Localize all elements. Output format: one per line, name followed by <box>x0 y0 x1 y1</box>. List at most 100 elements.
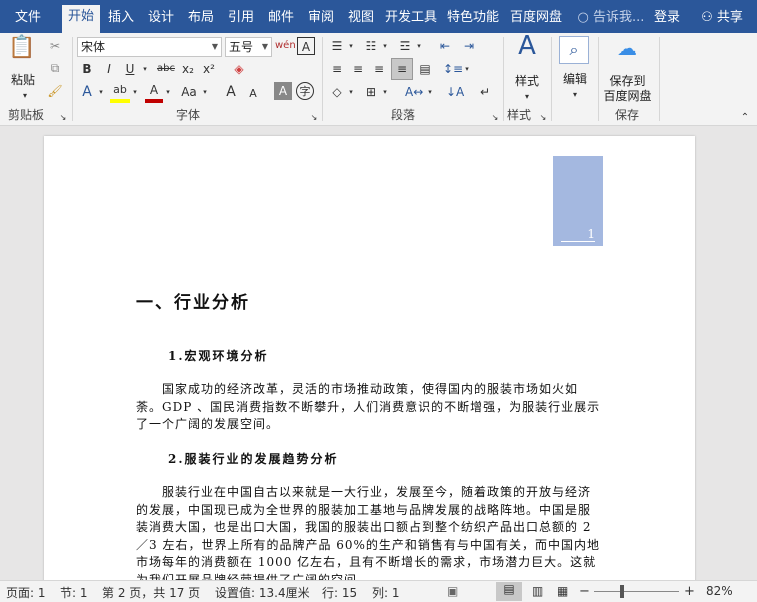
align-center-icon[interactable]: ≡ <box>349 60 367 78</box>
tab-view[interactable]: 视图 <box>343 6 379 33</box>
sort-icon[interactable]: ↓A <box>446 83 464 101</box>
separator <box>659 37 660 121</box>
superscript-button[interactable]: x² <box>201 60 217 78</box>
clipboard-icon[interactable]: 📋 <box>8 37 36 69</box>
chevron-down-icon[interactable]: ▾ <box>426 83 434 101</box>
save-baidu-label[interactable]: 百度网盘 <box>600 87 655 104</box>
change-case-button[interactable]: Aa <box>178 83 200 101</box>
styles-launcher-icon[interactable]: ↘ <box>538 109 548 127</box>
status-page[interactable]: 页面: 1 <box>6 584 46 601</box>
multilevel-list-icon[interactable]: ☲ <box>396 37 414 55</box>
tab-review[interactable]: 审阅 <box>303 6 339 33</box>
shrink-font-button[interactable]: A <box>245 85 261 103</box>
separator <box>322 37 323 121</box>
chevron-down-icon[interactable]: ▾ <box>97 83 105 101</box>
bullets-icon[interactable]: ☰ <box>328 37 346 55</box>
chevron-down-icon[interactable]: ▾ <box>522 88 532 106</box>
chevron-down-icon[interactable]: ▾ <box>415 37 423 55</box>
tab-design[interactable]: 设计 <box>143 6 179 33</box>
collapse-ribbon-icon[interactable]: ⌃ <box>738 109 752 127</box>
font-launcher-icon[interactable]: ↘ <box>309 109 319 127</box>
highlight-button[interactable]: ab <box>110 81 130 103</box>
tab-layout[interactable]: 布局 <box>183 6 219 33</box>
print-layout-icon[interactable]: ▤ <box>496 582 522 601</box>
font-size-combo[interactable]: 五号 ▼ <box>225 37 272 57</box>
chevron-down-icon[interactable]: ▾ <box>201 83 209 101</box>
paragraph-launcher-icon[interactable]: ↘ <box>490 109 500 127</box>
subscript-button[interactable]: x₂ <box>180 60 196 78</box>
show-marks-icon[interactable]: ↵ <box>476 83 494 101</box>
read-mode-icon[interactable]: ▥ <box>532 584 543 598</box>
grow-font-button[interactable]: A <box>223 83 239 101</box>
styles-icon[interactable]: A <box>512 33 542 69</box>
strikethrough-button[interactable]: abc <box>155 60 177 78</box>
proofing-icon[interactable]: ▣ <box>447 584 458 598</box>
tab-baidu[interactable]: 百度网盘 <box>507 6 565 33</box>
italic-button[interactable]: I <box>101 60 117 78</box>
enclose-char-icon[interactable]: 字 <box>296 82 314 100</box>
status-section[interactable]: 节: 1 <box>60 584 88 601</box>
line-spacing-icon[interactable]: ↕≡ <box>443 60 463 78</box>
chevron-down-icon[interactable]: ▾ <box>131 83 139 101</box>
tab-home[interactable]: 开始 <box>62 5 100 33</box>
chevron-down-icon[interactable]: ▾ <box>570 86 580 104</box>
clear-format-icon[interactable]: ◈ <box>230 60 248 78</box>
styles-button[interactable]: 样式 <box>510 72 544 89</box>
save-group-label: 保存 <box>615 108 640 122</box>
borders-icon[interactable]: ⊞ <box>362 83 380 101</box>
share-button[interactable]: ⚇ 共享 <box>692 6 752 33</box>
tab-references[interactable]: 引用 <box>223 6 259 33</box>
zoom-level[interactable]: 82% <box>706 584 733 598</box>
status-line[interactable]: 行: 15 <box>322 584 357 601</box>
tab-developer[interactable]: 开发工具 <box>383 6 439 33</box>
chevron-down-icon[interactable]: ▾ <box>164 83 172 101</box>
zoom-slider-track[interactable] <box>594 591 679 592</box>
justify-icon[interactable]: ≡ <box>391 58 413 80</box>
decrease-indent-icon[interactable]: ⇤ <box>436 37 454 55</box>
document-page[interactable]: 1 一、行业分析 1.宏观环境分析 国家成功的经济改革，灵活的市场推动政策，使得… <box>44 136 695 580</box>
tab-file[interactable]: 文件 <box>6 6 50 33</box>
font-name-combo[interactable]: 宋体 ▼ <box>77 37 222 57</box>
text-effects-icon[interactable]: A <box>79 83 95 101</box>
format-painter-icon[interactable]: 🖌 <box>46 82 64 100</box>
paste-dropdown-icon[interactable]: ▾ <box>20 87 30 105</box>
editing-button[interactable]: 编辑 <box>558 70 592 87</box>
login-button[interactable]: 登录 <box>648 6 686 33</box>
underline-button[interactable]: U <box>122 60 138 78</box>
status-pages[interactable]: 第 2 页，共 17 页 <box>102 584 200 601</box>
increase-indent-icon[interactable]: ⇥ <box>460 37 478 55</box>
align-right-icon[interactable]: ≡ <box>370 60 388 78</box>
tab-mailings[interactable]: 邮件 <box>263 6 299 33</box>
clipboard-launcher-icon[interactable]: ↘ <box>58 109 68 127</box>
chinese-layout-icon[interactable]: A↔ <box>405 83 423 101</box>
tell-me-box[interactable]: ○ 告诉我... <box>576 6 646 33</box>
status-setting[interactable]: 设置值: 13.4厘米 <box>215 584 310 601</box>
cut-icon[interactable]: ✂ <box>46 37 64 55</box>
align-left-icon[interactable]: ≡ <box>328 60 346 78</box>
tab-features[interactable]: 特色功能 <box>444 6 502 33</box>
chevron-down-icon[interactable]: ▾ <box>347 83 355 101</box>
status-column[interactable]: 列: 1 <box>372 584 400 601</box>
char-shading-icon[interactable]: A <box>274 82 292 100</box>
zoom-slider-thumb[interactable] <box>620 585 624 598</box>
baidu-cloud-icon[interactable]: ☁ <box>612 38 642 65</box>
chevron-down-icon[interactable]: ▾ <box>347 37 355 55</box>
shading-icon[interactable]: ◇ <box>328 83 346 101</box>
distributed-icon[interactable]: ▤ <box>416 60 434 78</box>
zoom-in-icon[interactable]: + <box>684 584 695 599</box>
font-color-icon[interactable]: A <box>145 81 163 103</box>
chevron-down-icon[interactable]: ▾ <box>463 60 471 78</box>
bold-button[interactable]: B <box>79 60 95 78</box>
chevron-down-icon[interactable]: ▾ <box>381 37 389 55</box>
chevron-down-icon[interactable]: ▾ <box>381 83 389 101</box>
zoom-out-icon[interactable]: − <box>579 584 590 599</box>
numbering-icon[interactable]: ☷ <box>362 37 380 55</box>
char-border-icon[interactable]: A <box>297 37 315 55</box>
web-layout-icon[interactable]: ▦ <box>557 584 568 598</box>
search-icon[interactable]: ⌕ <box>559 36 589 64</box>
copy-icon[interactable]: ⧉ <box>46 59 64 77</box>
paste-button[interactable]: 粘贴 <box>8 71 38 88</box>
chevron-down-icon[interactable]: ▾ <box>140 60 150 78</box>
tab-insert[interactable]: 插入 <box>103 6 139 33</box>
phonetic-guide-icon[interactable]: wén <box>275 37 296 55</box>
